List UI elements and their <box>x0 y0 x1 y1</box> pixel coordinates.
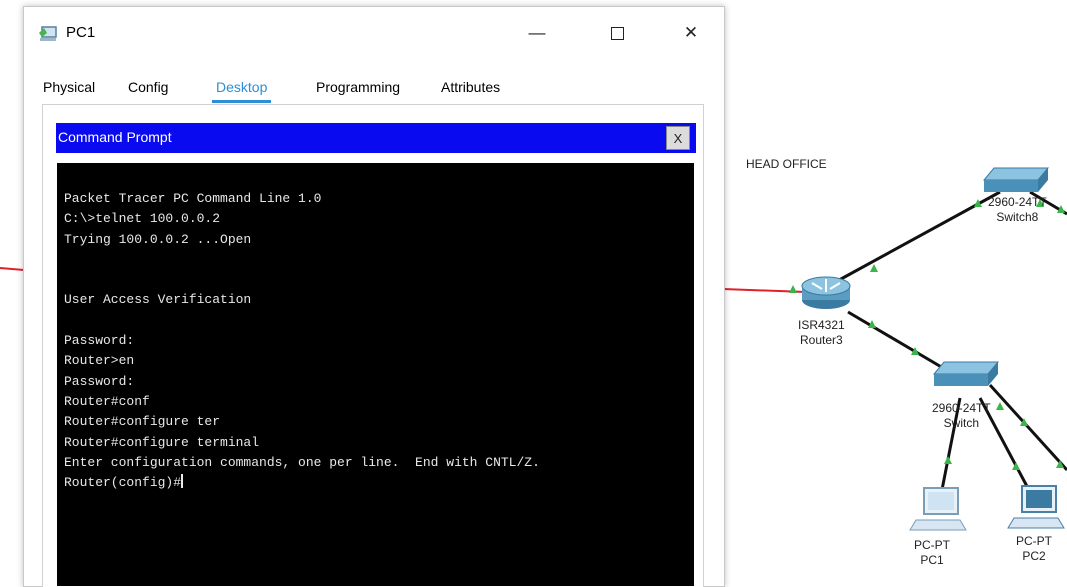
switch-icon[interactable] <box>932 361 1000 386</box>
terminal-line: Router#conf <box>64 393 150 409</box>
terminal-line: Enter configuration commands, one per li… <box>64 454 540 470</box>
close-button[interactable]: ✕ <box>669 15 713 51</box>
device-model: ISR4321 <box>798 318 845 332</box>
command-prompt-title: Command Prompt <box>58 129 172 145</box>
terminal-line: Router#configure terminal <box>64 434 260 450</box>
device-label-pc2: PC-PT PC2 <box>1016 534 1052 564</box>
command-prompt-title-bar: Command Prompt X <box>56 123 696 153</box>
maximize-icon <box>610 26 624 40</box>
terminal-line: User Access Verification <box>64 292 252 308</box>
device-model: 2960-24TT <box>932 401 991 415</box>
router-icon[interactable] <box>801 276 851 309</box>
window-title-bar[interactable]: PC1 — ✕ <box>24 7 724 59</box>
device-name: PC2 <box>1022 549 1046 563</box>
pc-icon[interactable] <box>909 487 967 531</box>
terminal-line: Password: <box>64 333 135 349</box>
tab-config[interactable]: Config <box>128 73 168 101</box>
text-cursor <box>181 474 184 489</box>
command-prompt-close-button[interactable]: X <box>666 126 690 150</box>
terminal-output[interactable]: Packet Tracer PC Command Line 1.0 C:\>te… <box>57 163 694 586</box>
device-name: PC1 <box>920 553 944 567</box>
window-title: PC1 <box>66 24 96 41</box>
pc-icon[interactable] <box>1007 485 1065 529</box>
device-label-router3: ISR4321 Router3 <box>798 318 845 348</box>
link-router-switch8[interactable] <box>829 190 1001 287</box>
terminal-line: Trying 100.0.0.2 ...Open <box>64 231 252 247</box>
terminal-text: Packet Tracer PC Command Line 1.0 C:\>te… <box>64 189 540 493</box>
terminal-line: Password: <box>64 373 135 389</box>
device-model: 2960-24TT <box>988 195 1047 209</box>
maximize-button[interactable] <box>595 15 639 51</box>
pc-app-icon <box>39 26 57 41</box>
tab-programming[interactable]: Programming <box>316 73 400 101</box>
device-name: Switch8 <box>996 210 1039 224</box>
terminal-line: Router#configure ter <box>64 414 221 430</box>
terminal-line: Router(config)# <box>64 475 182 491</box>
device-model: PC-PT <box>914 538 950 552</box>
tab-physical[interactable]: Physical <box>43 73 95 101</box>
tab-attributes[interactable]: Attributes <box>441 73 500 101</box>
link-switch-offscreen <box>988 383 1067 472</box>
tab-desktop[interactable]: Desktop <box>211 73 272 103</box>
device-label-switch: 2960-24TT Switch <box>932 401 991 431</box>
switch-icon[interactable] <box>982 167 1050 192</box>
pc1-window[interactable]: PC1 — ✕ Physical Config Desktop Programm… <box>23 6 725 587</box>
device-name: Router3 <box>800 333 843 347</box>
terminal-line: Packet Tracer PC Command Line 1.0 <box>64 191 322 206</box>
terminal-line: C:\>telnet 100.0.0.2 <box>64 211 221 227</box>
terminal-line: Router>en <box>64 353 135 369</box>
area-label-head-office: HEAD OFFICE <box>746 157 827 171</box>
device-name: Switch <box>943 416 980 430</box>
close-icon: ✕ <box>683 23 699 42</box>
serial-link-left <box>0 267 25 271</box>
device-label-pc1: PC-PT PC1 <box>914 538 950 568</box>
minimize-icon: — <box>528 23 546 42</box>
device-model: PC-PT <box>1016 534 1052 548</box>
device-label-switch8: 2960-24TT Switch8 <box>988 195 1047 225</box>
minimize-button[interactable]: — <box>515 15 559 51</box>
